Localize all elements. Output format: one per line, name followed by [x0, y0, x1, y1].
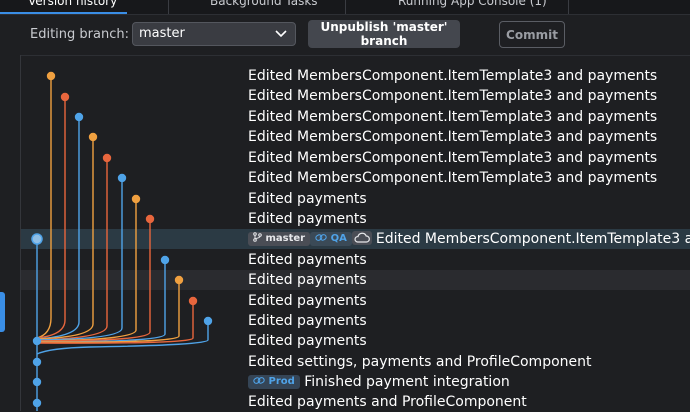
- link-icon: [253, 377, 265, 384]
- commit-message: Edited payments: [248, 211, 367, 227]
- tab-running-app-console[interactable]: Running App Console (1): [398, 0, 547, 12]
- commit-message: Edited MembersComponent.ItemTemplate3 an…: [248, 68, 658, 84]
- commit-graph: [31, 71, 213, 411]
- commit-message: Edited payments and ProfileComponent: [248, 394, 527, 410]
- commit-node: [174, 275, 184, 285]
- commit-message: Edited MembersComponent.ItemTemplate3 an…: [248, 109, 658, 125]
- commit-node: [60, 92, 70, 102]
- tab-divider: [568, 0, 569, 14]
- commit-node: [32, 398, 42, 408]
- commit-message: Edited payments: [248, 313, 367, 329]
- graph-branch-line: [36, 280, 180, 343]
- branch-badge: master: [248, 232, 311, 246]
- commit-message: Edited payments: [248, 191, 367, 207]
- commit-node: [131, 194, 141, 204]
- env-badge-prod: Prod: [248, 375, 300, 389]
- cloud-badge: [351, 231, 372, 245]
- commit-node: [32, 357, 42, 367]
- commit-message: Edited MembersComponent.ItemTemplate3 an…: [248, 129, 658, 145]
- commit-node: [88, 132, 98, 142]
- commit-message: Edited settings, payments and ProfileCom…: [248, 354, 592, 370]
- chevron-down-icon: [275, 30, 287, 38]
- graph-branch-line: [36, 260, 166, 343]
- commit-node: [74, 112, 84, 122]
- graph-branch-line: [36, 158, 108, 341]
- commit-node: [117, 173, 127, 183]
- commit-node: [188, 296, 198, 306]
- commit-node: [46, 71, 56, 81]
- commit-node-selected: [31, 233, 43, 245]
- branch-badge-label: master: [265, 233, 306, 244]
- commit-message: Edited MembersComponent.ItemTemplate3 an…: [248, 88, 658, 104]
- commit-message: Edited MembersComponent.ItemTemplate3 an…: [248, 170, 658, 186]
- branch-icon: [253, 232, 262, 242]
- commit-message: Edited payments: [248, 252, 367, 268]
- env-badge-qa: QA: [310, 232, 352, 246]
- commit-button[interactable]: Commit: [499, 21, 565, 48]
- graph-branch-line: [36, 199, 137, 342]
- commit-message: Edited payments: [248, 293, 367, 309]
- graph-branch-line: [36, 117, 80, 340]
- commit-node: [32, 336, 42, 346]
- commit-message-with-badges: Prod Finished payment integration: [248, 372, 510, 392]
- commit-message-with-badges: master QA Edited MembersComponent.ItemTe…: [248, 229, 690, 249]
- unpublish-branch-button[interactable]: Unpublish 'master' branch: [308, 20, 460, 48]
- link-icon: [315, 234, 327, 241]
- tab-divider: [345, 0, 346, 14]
- commit-node: [203, 316, 213, 326]
- env-badge-label: Prod: [268, 376, 295, 387]
- cloud-icon: [354, 232, 370, 243]
- commit-node: [145, 214, 155, 224]
- commit-node: [160, 255, 170, 265]
- commit-message: Edited MembersComponent.ItemTemplate3 a: [375, 231, 690, 247]
- graph-branch-line: [36, 76, 52, 339]
- commit-message: Edited payments: [248, 272, 367, 288]
- env-badge-label: QA: [330, 233, 347, 244]
- commit-message: Finished payment integration: [304, 374, 510, 390]
- commit-message: Edited payments: [248, 333, 367, 349]
- commit-message: Edited MembersComponent.ItemTemplate3 an…: [248, 150, 658, 166]
- commit-node: [32, 377, 42, 387]
- commit-node: [102, 153, 112, 163]
